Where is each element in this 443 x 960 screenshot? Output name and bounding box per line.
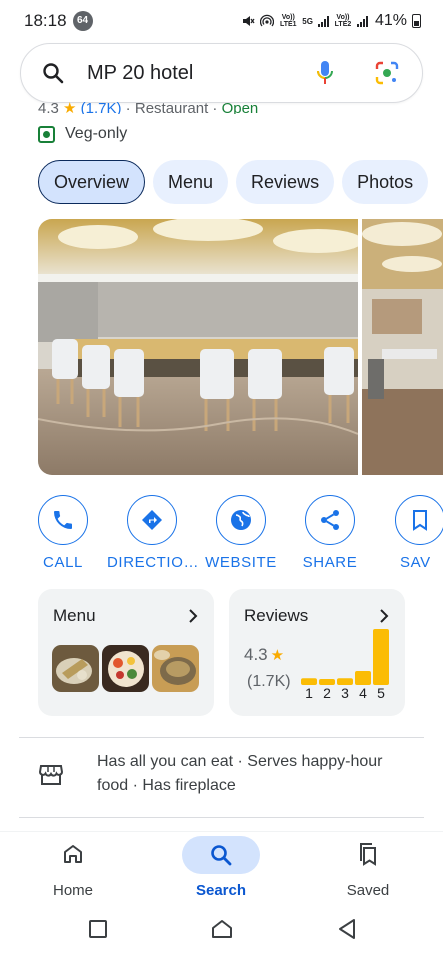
save-button[interactable]: SAV [374, 495, 443, 571]
status-icons: Vo)) LTE1 5G Vo)) LTE2 41% [241, 12, 421, 30]
nav-saved[interactable]: Saved [313, 838, 423, 899]
reviews-card[interactable]: Reviews 4.3 ★ (1.7K) 12345 [229, 589, 405, 716]
nav-home[interactable]: Home [18, 838, 128, 899]
place-tabs: Overview Menu Reviews Photos [38, 160, 429, 204]
rating-summary-line: 4.3 ★ (1.7K) · Restaurant · Open [38, 100, 259, 114]
network-5g-label: 5G [302, 16, 313, 26]
chevron-right-icon [189, 609, 198, 623]
share-label: SHARE [302, 554, 358, 571]
search-icon [211, 845, 232, 866]
veg-only-label: Veg-only [38, 125, 127, 143]
tab-photos[interactable]: Photos [342, 160, 429, 204]
directions-button[interactable]: DIRECTIO… [107, 495, 200, 571]
home-button[interactable] [211, 919, 233, 939]
search-icon [43, 63, 64, 84]
restaurant-photo-secondary[interactable] [362, 219, 443, 475]
menu-photo-1[interactable] [52, 645, 99, 692]
globe-icon [231, 510, 251, 530]
notification-count-badge: 64 [72, 11, 93, 31]
rating-bar-label-4: 4 [359, 685, 367, 701]
bottom-navigation: Home Search Saved [0, 831, 443, 901]
home-icon [64, 845, 82, 863]
rating-bar-label-3: 3 [341, 685, 349, 701]
share-button[interactable]: SHARE [285, 495, 375, 571]
rating-bar-label-2: 2 [323, 685, 331, 701]
nav-saved-label: Saved [346, 882, 390, 899]
directions-icon [142, 510, 162, 530]
website-label: WEBSITE [205, 554, 277, 571]
bookmark-icon [413, 510, 427, 531]
restaurant-photo-main[interactable] [38, 219, 358, 475]
rating-distribution-chart [301, 629, 389, 685]
nav-search[interactable]: Search [166, 836, 276, 899]
share-icon [321, 510, 339, 530]
rating-bar-1 [301, 678, 317, 685]
battery-icon [412, 14, 421, 28]
save-label: SAV [400, 554, 431, 571]
recents-button[interactable] [88, 919, 108, 939]
search-bar[interactable]: MP 20 hotel [20, 43, 423, 103]
action-buttons-row: CALL DIRECTIO… WEBSITE SHARE SAV [0, 495, 443, 575]
reviews-card-title: Reviews [244, 606, 309, 625]
lens-icon[interactable] [374, 60, 400, 86]
nav-home-label: Home [52, 882, 93, 899]
rating-bar-label-5: 5 [377, 685, 385, 701]
rating-bar-4 [355, 671, 371, 685]
menu-photo-2[interactable] [102, 645, 149, 692]
tab-menu[interactable]: Menu [153, 160, 229, 204]
directions-label: DIRECTIO… [107, 554, 200, 571]
chevron-right-icon [380, 609, 389, 623]
saved-icon [360, 843, 376, 866]
reviews-rating: 4.3 ★ [244, 645, 285, 664]
star-icon: ★ [270, 647, 285, 664]
clock: 18:18 [24, 11, 67, 30]
tab-reviews[interactable]: Reviews [236, 160, 335, 204]
rating-bar-5 [373, 629, 389, 685]
search-query[interactable]: MP 20 hotel [87, 62, 316, 85]
back-button[interactable] [337, 918, 357, 940]
divider [19, 817, 424, 818]
nav-search-label: Search [195, 882, 247, 899]
status-bar: 18:18 64 Vo)) LTE1 5G Vo)) LTE2 41% [0, 0, 443, 42]
mic-icon[interactable] [316, 60, 334, 86]
phone-icon [54, 511, 72, 529]
call-label: CALL [43, 554, 83, 571]
hotspot-icon [260, 14, 275, 27]
divider [19, 737, 424, 738]
network-2-label: Vo)) LTE2 [334, 14, 352, 28]
store-icon [38, 765, 64, 785]
rating-bar-label-1: 1 [305, 685, 313, 701]
tab-overview[interactable]: Overview [38, 160, 146, 204]
website-button[interactable]: WEBSITE [196, 495, 286, 571]
battery-percent: 41% [374, 12, 407, 29]
menu-card[interactable]: Menu [38, 589, 214, 716]
signal-2-icon [356, 15, 368, 27]
call-button[interactable]: CALL [18, 495, 108, 571]
amenities-text: Has all you can eat · Serves happy-hour … [97, 753, 383, 794]
amenities-row: Has all you can eat · Serves happy-hour … [38, 750, 418, 798]
menu-card-title: Menu [53, 606, 96, 625]
mute-icon [243, 16, 255, 26]
veg-icon [38, 125, 55, 143]
signal-1-icon [317, 15, 329, 27]
rating-distribution-labels: 12345 [301, 685, 391, 703]
system-navigation-bar [0, 905, 443, 960]
menu-photo-3[interactable] [152, 645, 199, 692]
reviews-count: (1.7K) [247, 673, 291, 690]
rating-bar-3 [337, 678, 353, 685]
network-1-label: Vo)) LTE1 [279, 14, 297, 28]
